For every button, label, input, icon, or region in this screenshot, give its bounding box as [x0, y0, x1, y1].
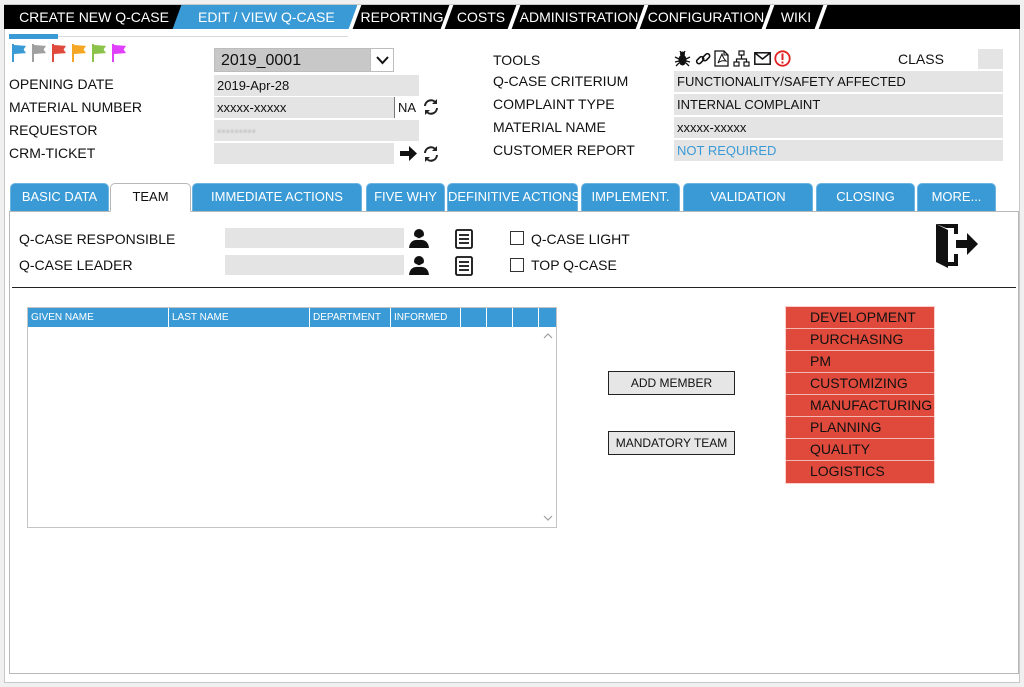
opening-date-field[interactable]: 2019-Apr-28 [214, 75, 419, 96]
flag-selector [11, 44, 127, 64]
requestor-label: REQUESTOR [9, 122, 98, 138]
column-action[interactable] [513, 308, 539, 327]
tab-more[interactable]: MORE... [917, 183, 996, 211]
nav-costs[interactable]: COSTS [450, 5, 512, 29]
complaint-type-field[interactable]: INTERNAL COMPLAINT [674, 94, 1003, 115]
requestor-field[interactable]: ········· [214, 120, 419, 141]
mandatory-team-button[interactable]: MANDATORY TEAM [608, 431, 735, 455]
top-q-case-label: TOP Q-CASE [531, 257, 617, 273]
exit-icon[interactable] [934, 222, 980, 270]
refresh-icon[interactable] [422, 98, 440, 116]
envelope-icon[interactable] [754, 52, 771, 65]
department-item[interactable]: LOGISTICS [786, 461, 934, 483]
nav-reporting[interactable]: REPORTING [358, 5, 446, 29]
refresh-icon[interactable] [422, 145, 440, 163]
criterium-field[interactable]: FUNCTIONALITY/SAFETY AFFECTED [674, 71, 1003, 92]
case-id-select[interactable]: 2019_0001 [214, 48, 394, 72]
nav-configuration[interactable]: CONFIGURATION [645, 5, 767, 29]
flag-green-icon[interactable] [91, 44, 107, 62]
tools-label: TOOLS [493, 52, 541, 68]
link-icon[interactable] [695, 51, 711, 67]
tab-border [9, 211, 110, 212]
pdf-icon[interactable] [714, 50, 729, 67]
column-informed[interactable]: INFORMED [391, 308, 461, 327]
flag-gray-icon[interactable] [31, 44, 47, 62]
material-suffix: NA [394, 97, 418, 118]
class-label: CLASS [898, 51, 944, 67]
list-icon[interactable] [455, 256, 473, 276]
column-last-name[interactable]: LAST NAME [169, 308, 310, 327]
crm-ticket-field[interactable] [214, 143, 394, 164]
tab-validation[interactable]: VALIDATION [683, 183, 813, 211]
list-icon[interactable] [455, 229, 473, 249]
criterium-label: Q-CASE CRITERIUM [493, 73, 629, 89]
material-number-field[interactable]: xxxxx-xxxxx [214, 97, 394, 118]
tab-closing[interactable]: CLOSING [816, 183, 915, 211]
add-member-button[interactable]: ADD MEMBER [608, 371, 735, 395]
material-name-label: MATERIAL NAME [493, 119, 606, 135]
nav-create-new-q-case[interactable]: CREATE NEW Q-CASE [14, 5, 174, 29]
tab-immediate-actions[interactable]: IMMEDIATE ACTIONS [192, 183, 362, 211]
flag-magenta-icon[interactable] [111, 44, 127, 62]
q-case-light-checkbox[interactable] [510, 231, 524, 245]
department-item[interactable]: MANUFACTURING [786, 395, 934, 417]
crm-ticket-label: CRM-TICKET [9, 145, 96, 161]
department-item[interactable]: QUALITY [786, 439, 934, 461]
class-field[interactable] [978, 49, 1003, 69]
team-member-table: GIVEN NAME LAST NAME DEPARTMENT INFORMED [27, 307, 557, 528]
tab-team[interactable]: TEAM [110, 183, 191, 212]
material-name-field[interactable]: xxxxx-xxxxx [674, 117, 1003, 138]
alert-circle-icon[interactable] [774, 50, 791, 67]
top-q-case-checkbox[interactable] [510, 258, 524, 272]
nav-administration[interactable]: ADMINISTRATION [517, 5, 641, 29]
department-list: DEVELOPMENT PURCHASING PM CUSTOMIZING MA… [785, 306, 935, 484]
arrow-right-icon[interactable] [400, 146, 417, 161]
tab-implement[interactable]: IMPLEMENT. [581, 183, 680, 211]
nav-underline [58, 36, 348, 37]
leader-label: Q-CASE LEADER [19, 257, 133, 273]
flag-red-icon[interactable] [51, 44, 67, 62]
customer-report-field[interactable]: NOT REQUIRED [674, 140, 1003, 161]
column-action[interactable] [461, 308, 487, 327]
nav-wiki[interactable]: WIKI [772, 5, 820, 29]
column-action[interactable] [487, 308, 513, 327]
tab-five-why[interactable]: FIVE WHY [366, 183, 445, 211]
user-picker-icon[interactable] [408, 255, 432, 275]
flag-orange-icon[interactable] [71, 44, 87, 62]
section-divider [12, 287, 1016, 288]
scroll-up-icon[interactable] [543, 333, 553, 339]
table-header: GIVEN NAME LAST NAME DEPARTMENT INFORMED [28, 308, 556, 327]
bug-icon[interactable] [674, 50, 691, 67]
leader-field[interactable] [225, 255, 404, 275]
q-case-light-label: Q-CASE LIGHT [531, 231, 630, 247]
top-nav: CREATE NEW Q-CASE EDIT / VIEW Q-CASE REP… [4, 5, 1020, 29]
department-item[interactable]: PM [786, 351, 934, 373]
chevron-down-icon[interactable] [370, 49, 393, 71]
column-action[interactable] [539, 308, 556, 327]
responsible-field[interactable] [225, 228, 404, 248]
scroll-down-icon[interactable] [543, 515, 553, 521]
department-item[interactable]: CUSTOMIZING [786, 373, 934, 395]
table-scrollbar[interactable] [540, 327, 556, 527]
nav-indicator [9, 34, 58, 39]
responsible-label: Q-CASE RESPONSIBLE [19, 231, 176, 247]
department-item[interactable]: PURCHASING [786, 329, 934, 351]
customer-report-label: CUSTOMER REPORT [493, 142, 635, 158]
tab-definitive-actions[interactable]: DEFINITIVE ACTIONS [447, 183, 580, 211]
department-item[interactable]: DEVELOPMENT [786, 307, 934, 329]
material-number-label: MATERIAL NUMBER [9, 99, 143, 115]
case-id-value: 2019_0001 [221, 52, 302, 69]
flag-blue-icon[interactable] [11, 44, 27, 62]
department-item[interactable]: PLANNING [786, 417, 934, 439]
sitemap-icon[interactable] [733, 50, 750, 67]
tab-border [191, 211, 1019, 212]
requestor-value: ········· [217, 123, 256, 138]
complaint-type-label: COMPLAINT TYPE [493, 96, 615, 112]
nav-edit-view-q-case[interactable]: EDIT / VIEW Q-CASE [172, 5, 360, 29]
column-department[interactable]: DEPARTMENT [310, 308, 391, 327]
user-picker-icon[interactable] [408, 228, 432, 248]
column-given-name[interactable]: GIVEN NAME [28, 308, 169, 327]
tab-basic-data[interactable]: BASIC DATA [10, 183, 109, 211]
opening-date-label: OPENING DATE [9, 76, 114, 92]
